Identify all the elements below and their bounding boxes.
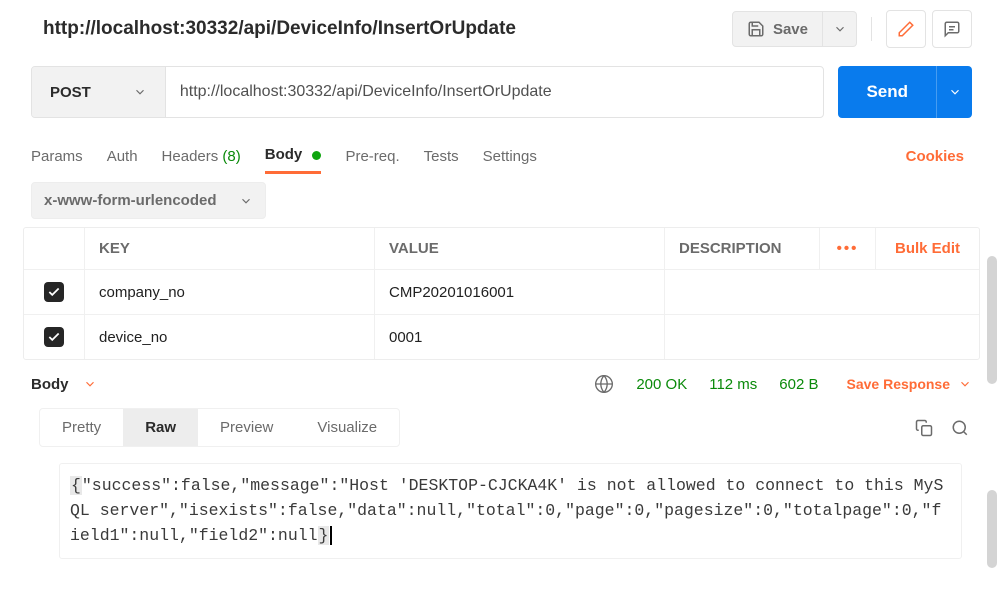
url-input[interactable]: http://localhost:30332/api/DeviceInfo/In…	[166, 67, 824, 117]
comments-button[interactable]	[932, 10, 972, 48]
value-cell[interactable]: 0001	[374, 315, 664, 359]
params-grid: KEY VALUE DESCRIPTION ••• Bulk Edit comp…	[23, 227, 980, 360]
resp-tab-raw[interactable]: Raw	[123, 409, 198, 446]
tab-auth[interactable]: Auth	[107, 140, 138, 173]
save-icon	[747, 20, 765, 38]
key-cell[interactable]: device_no	[84, 315, 374, 359]
body-type-label: x-www-form-urlencoded	[44, 192, 217, 209]
desc-cell[interactable]	[664, 270, 979, 314]
save-response-label: Save Response	[847, 376, 951, 392]
method-select[interactable]: POST	[32, 67, 166, 117]
desc-cell[interactable]	[664, 315, 979, 359]
search-response-button[interactable]	[948, 416, 972, 440]
response-time: 112 ms	[709, 376, 757, 393]
response-body[interactable]: {"success":false,"message":"Host 'DESKTO…	[59, 463, 962, 559]
response-section-caret[interactable]	[83, 377, 97, 391]
tab-body[interactable]: Body	[265, 138, 322, 174]
row-checkbox[interactable]	[44, 327, 64, 347]
tab-headers[interactable]: Headers (8)	[162, 140, 241, 173]
save-button[interactable]: Save	[732, 11, 823, 47]
send-button[interactable]: Send	[838, 66, 936, 118]
modified-dot-icon	[312, 151, 321, 160]
headers-count: (8)	[222, 148, 240, 165]
table-row: device_no 0001	[24, 315, 979, 359]
response-size: 602 B	[779, 376, 818, 393]
divider	[871, 17, 872, 41]
edit-button[interactable]	[886, 10, 926, 48]
resp-tab-pretty[interactable]: Pretty	[40, 409, 123, 446]
table-row: company_no CMP20201016001	[24, 270, 979, 315]
pencil-icon	[897, 20, 915, 38]
column-value-header: VALUE	[374, 228, 664, 269]
globe-icon[interactable]	[594, 374, 614, 394]
page-title: http://localhost:30332/api/DeviceInfo/In…	[43, 18, 516, 40]
method-label: POST	[50, 84, 91, 101]
body-label: Body	[265, 146, 303, 163]
row-checkbox[interactable]	[44, 282, 64, 302]
key-cell[interactable]: company_no	[84, 270, 374, 314]
scrollbar[interactable]	[987, 256, 997, 384]
headers-label: Headers	[162, 148, 219, 165]
save-label: Save	[773, 21, 808, 38]
response-raw-text: "success":false,"message":"Host 'DESKTOP…	[70, 476, 943, 545]
scrollbar[interactable]	[987, 490, 997, 568]
chevron-down-icon	[239, 194, 253, 208]
tab-settings[interactable]: Settings	[483, 140, 537, 173]
grid-menu-button[interactable]: •••	[819, 228, 875, 269]
response-status: 200 OK	[636, 376, 687, 393]
bulk-edit-link[interactable]: Bulk Edit	[895, 240, 960, 257]
resp-tab-preview[interactable]: Preview	[198, 409, 295, 446]
tab-params[interactable]: Params	[31, 140, 83, 173]
response-section-label: Body	[31, 376, 69, 393]
column-key-header: KEY	[84, 228, 374, 269]
tab-prereq[interactable]: Pre-req.	[345, 140, 399, 173]
copy-button[interactable]	[912, 416, 936, 440]
resp-tab-visualize[interactable]: Visualize	[295, 409, 399, 446]
value-cell[interactable]: CMP20201016001	[374, 270, 664, 314]
chevron-down-icon	[133, 85, 147, 99]
cookies-link[interactable]: Cookies	[898, 140, 972, 173]
tab-tests[interactable]: Tests	[424, 140, 459, 173]
save-response-button[interactable]: Save Response	[847, 376, 973, 392]
save-caret-button[interactable]	[823, 11, 857, 47]
column-desc-header: DESCRIPTION	[664, 228, 819, 269]
send-caret-button[interactable]	[936, 66, 972, 118]
body-type-select[interactable]: x-www-form-urlencoded	[31, 182, 266, 219]
comment-icon	[943, 20, 961, 38]
